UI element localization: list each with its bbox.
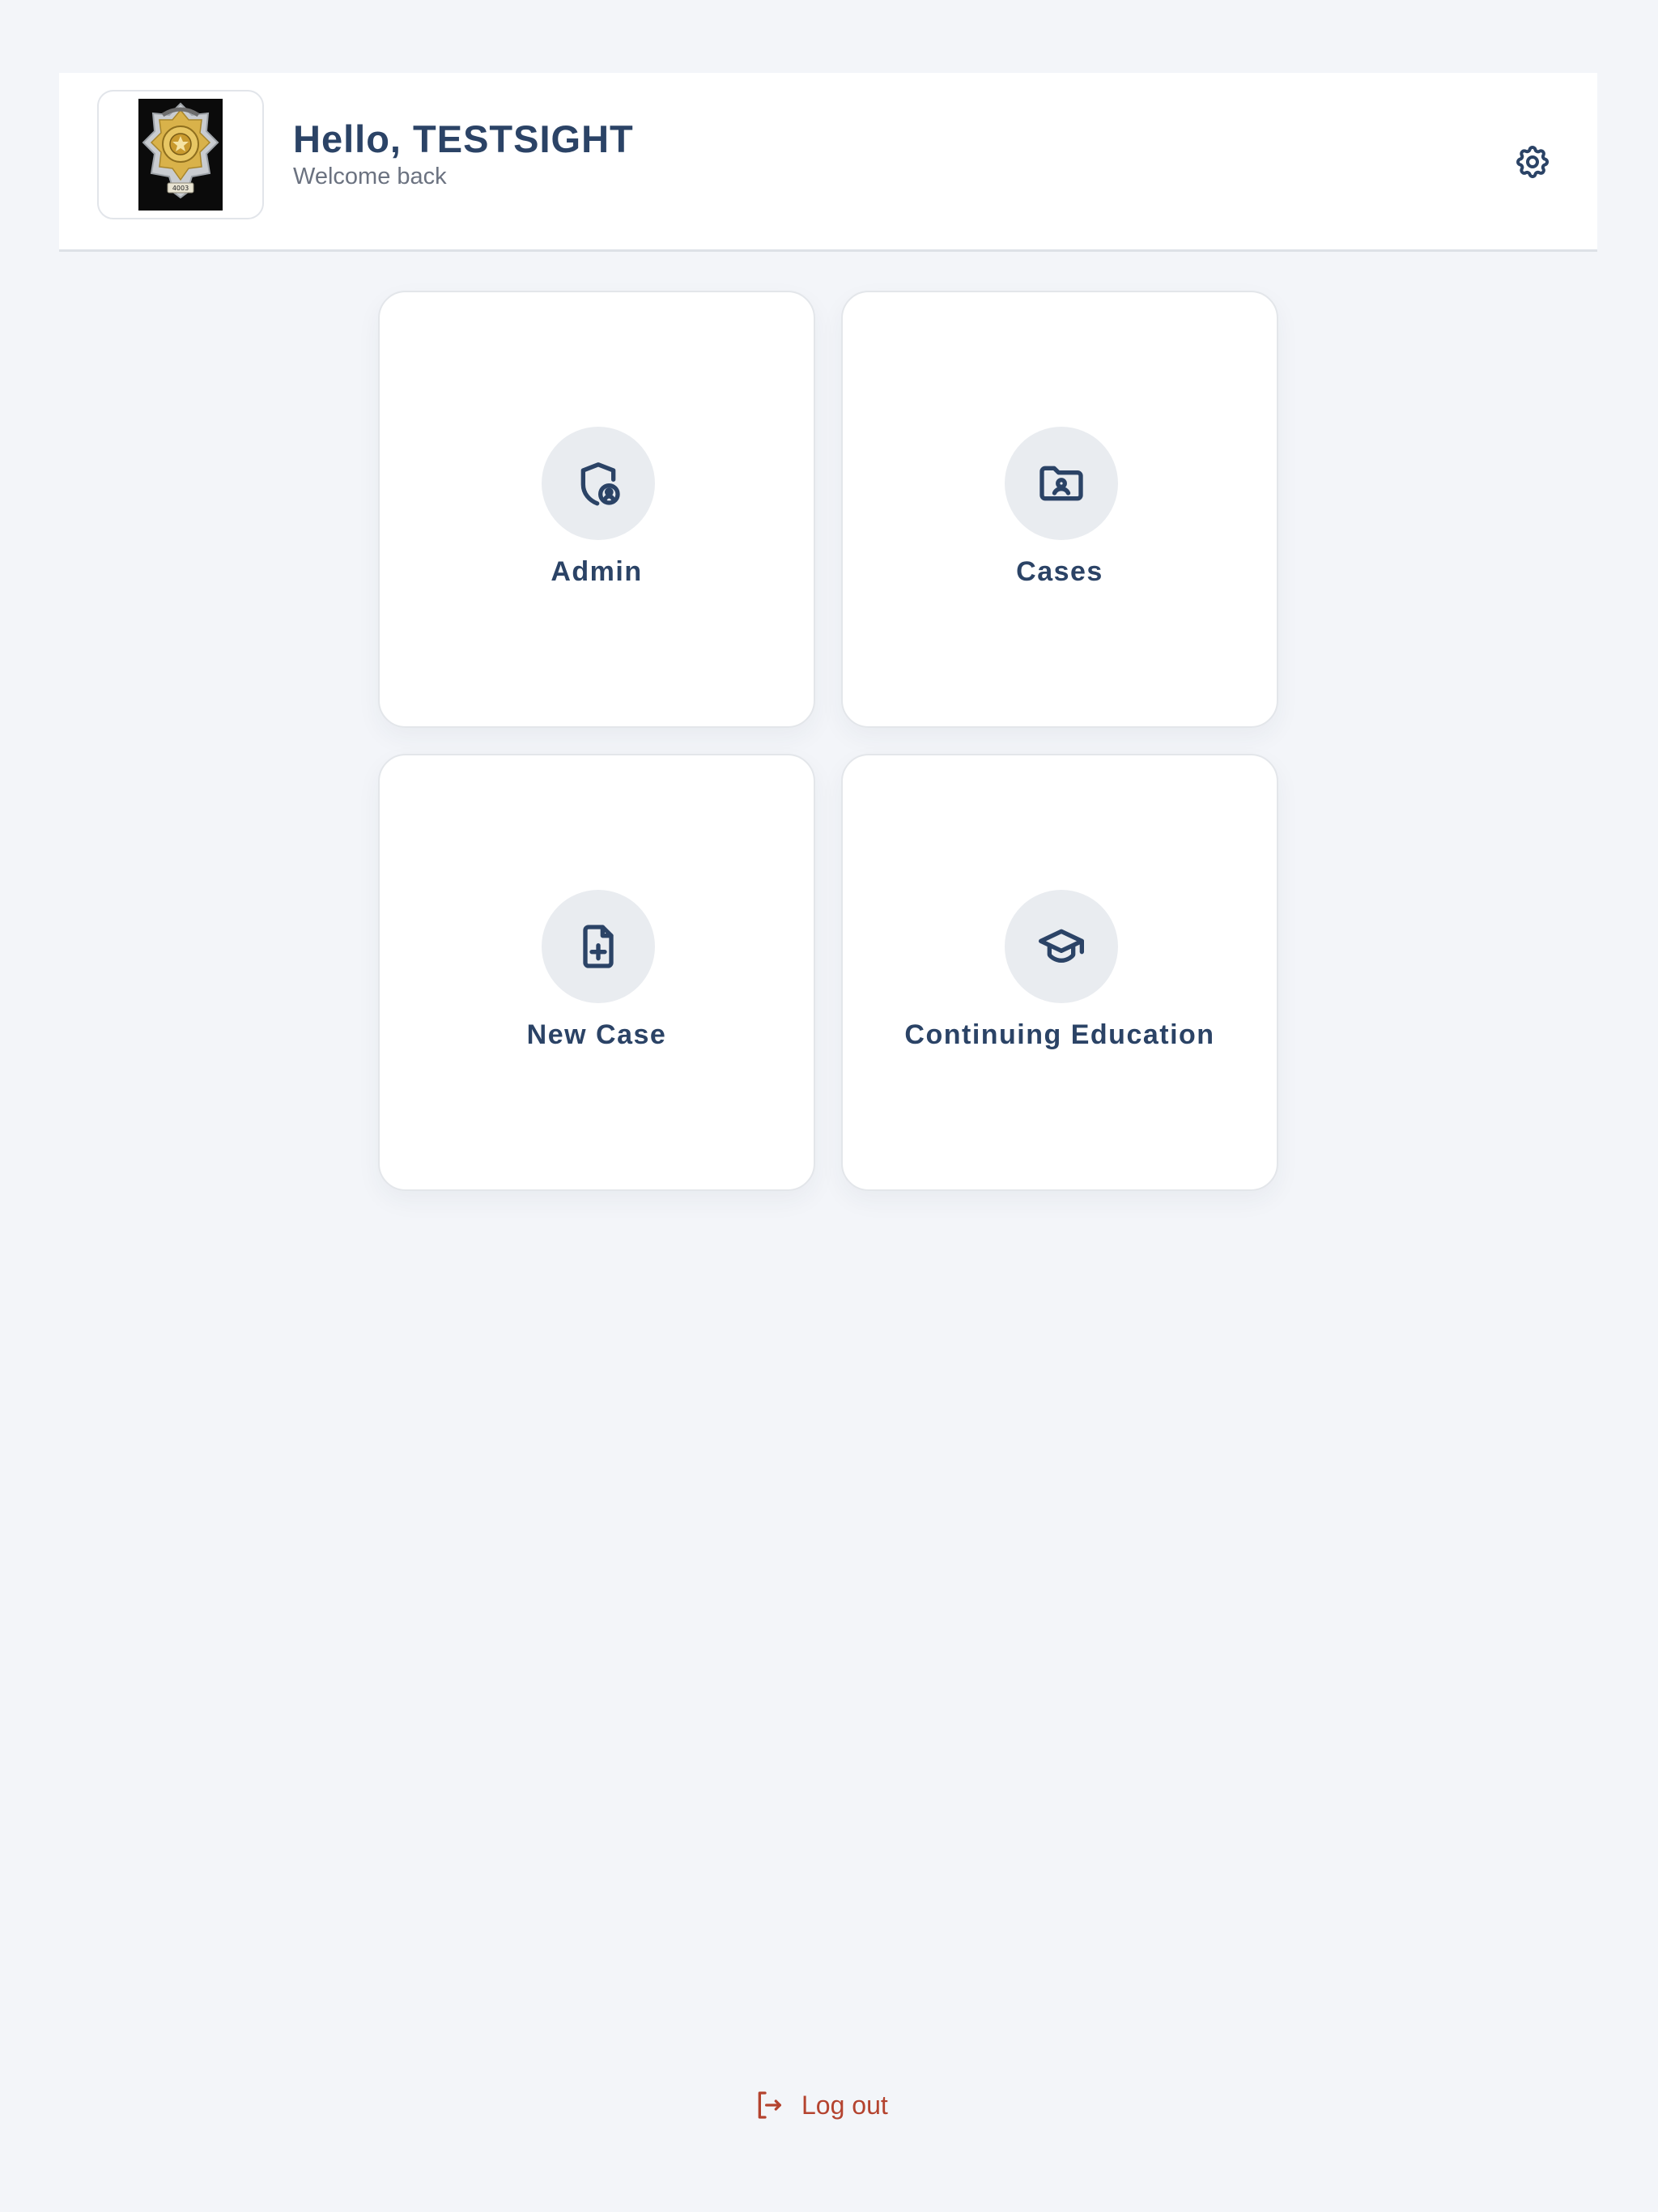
new-case-tile-label: New Case xyxy=(526,1019,667,1050)
continuing-education-tile-label: Continuing Education xyxy=(904,1019,1215,1050)
admin-tile-label: Admin xyxy=(551,556,643,587)
admin-tile[interactable]: Admin xyxy=(378,291,815,728)
sheriff-badge-logo: 4003 xyxy=(138,99,223,211)
cases-tile[interactable]: Cases xyxy=(841,291,1278,728)
greeting-title: Hello, TESTSIGHT xyxy=(293,117,634,160)
file-plus-icon xyxy=(583,925,614,968)
badge-number: 4003 xyxy=(172,185,189,192)
gear-icon xyxy=(1516,146,1550,179)
header-bar: 4003 Hello, TESTSIGHT Welcome back xyxy=(59,73,1597,252)
icon-circle xyxy=(1005,890,1118,1003)
folder-user-icon xyxy=(1039,466,1083,501)
graduation-cap-icon xyxy=(1039,929,1084,963)
logout-icon xyxy=(758,2091,781,2119)
new-case-tile[interactable]: New Case xyxy=(378,754,815,1191)
icon-circle xyxy=(542,890,655,1003)
shield-user-icon xyxy=(580,462,620,506)
welcome-subtitle: Welcome back xyxy=(293,164,447,189)
logout-label: Log out xyxy=(801,2090,888,2120)
menu-grid: Admin Cases New Case Continuing Educatio… xyxy=(378,291,1278,1191)
icon-circle xyxy=(1005,427,1118,540)
cases-tile-label: Cases xyxy=(1016,556,1103,587)
logout-button[interactable]: Log out xyxy=(753,2082,888,2128)
settings-button[interactable] xyxy=(1492,121,1573,202)
icon-circle xyxy=(542,427,655,540)
agency-logo: 4003 xyxy=(97,90,264,219)
continuing-education-tile[interactable]: Continuing Education xyxy=(841,754,1278,1191)
